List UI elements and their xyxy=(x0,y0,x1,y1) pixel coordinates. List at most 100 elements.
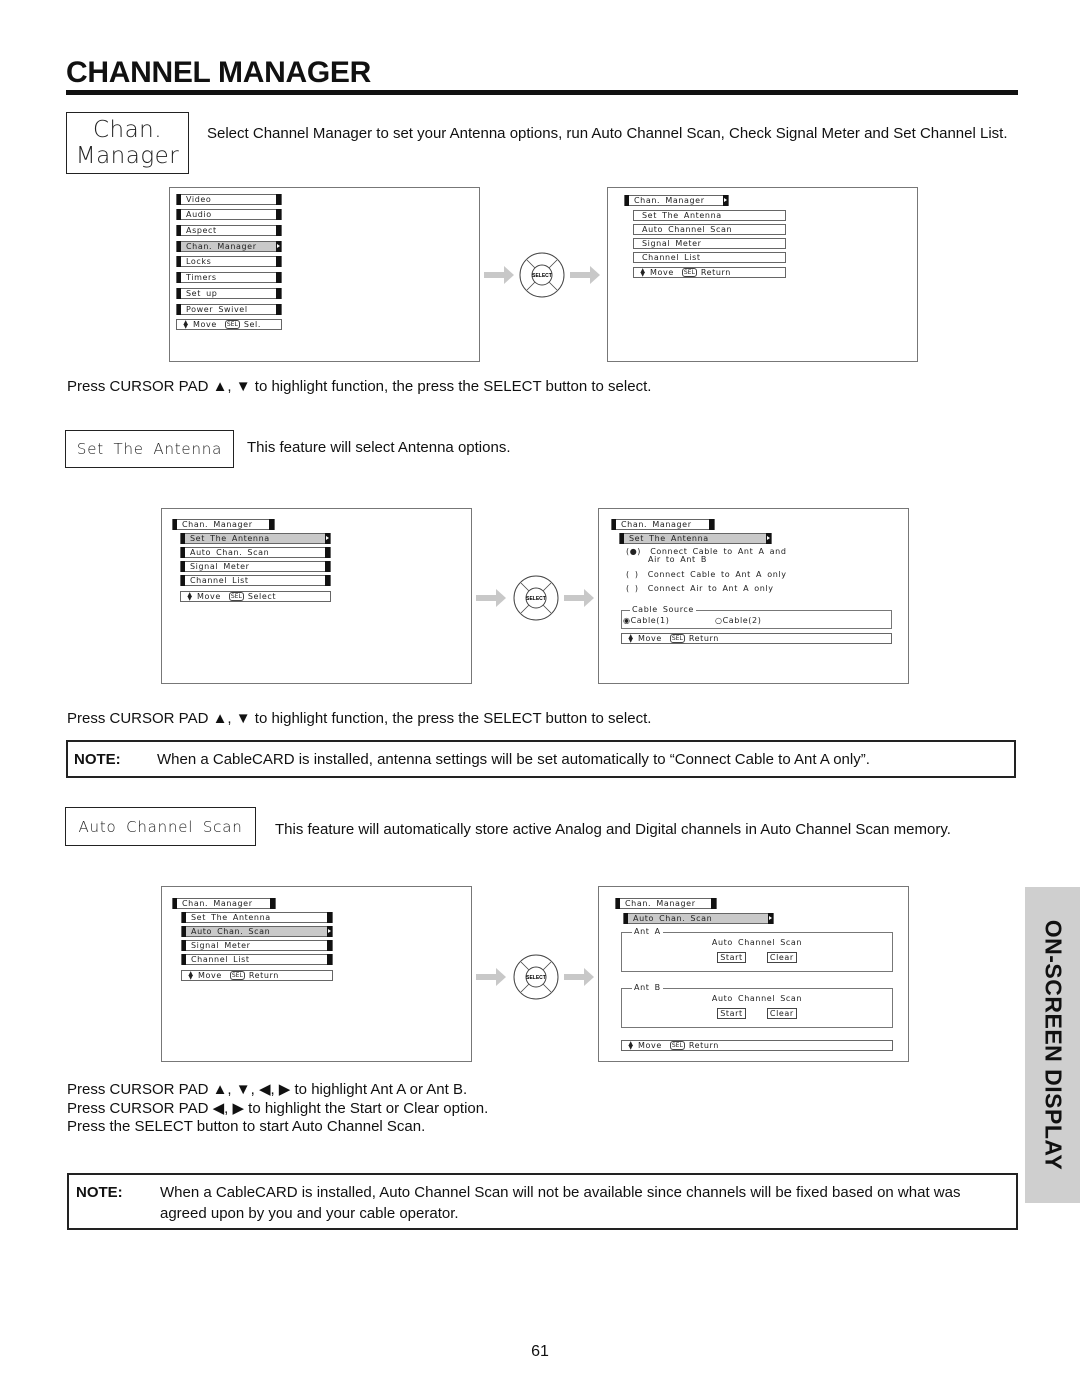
submenu-header-label: Chan. Manager xyxy=(634,196,705,205)
note-label: NOTE: xyxy=(76,1184,123,1201)
nav-hint: ▲ ▼ Move SEL Return xyxy=(621,1040,893,1051)
sel-chip-icon: SEL xyxy=(224,320,240,329)
radio-label: Cable(1) xyxy=(630,616,670,625)
menu-item-locks[interactable]: Locks xyxy=(176,256,282,267)
nav-move-label: Move xyxy=(193,320,217,329)
menu-item-audio[interactable]: Audio xyxy=(176,209,282,220)
ant-a-title: Auto Channel Scan xyxy=(711,938,803,947)
menu-item-label: Auto Chan. Scan xyxy=(191,927,271,936)
submenu-item-label: Channel List xyxy=(642,253,701,262)
submenu-item-label: Auto Channel Scan xyxy=(642,225,733,234)
menu-item-aspect[interactable]: Aspect xyxy=(176,225,282,236)
arrow-right-icon xyxy=(564,968,594,986)
ant-a-clear-button[interactable]: Clear xyxy=(766,952,797,963)
menu-item-label: Signal Meter xyxy=(190,562,250,571)
ant-b-clear-button[interactable]: Clear xyxy=(766,1008,797,1019)
page-number: 61 xyxy=(531,1343,549,1360)
menu-item-auto-scan[interactable]: Auto Chan. Scan xyxy=(181,926,333,937)
endcap xyxy=(276,304,281,315)
menu-item-label: Timers xyxy=(186,273,217,282)
cable-1-radio[interactable]: ◉Cable(1) xyxy=(623,616,669,625)
menu-item-label: Video xyxy=(186,195,212,204)
menu-header: Chan. Manager xyxy=(172,519,275,530)
ant-a-group: Ant A Auto Channel Scan Start Clear xyxy=(621,927,893,972)
select-pad-diagram-1: SELECT xyxy=(484,252,600,298)
submenu-item-signal-meter[interactable]: Signal Meter xyxy=(633,238,786,249)
ant-a-legend: Ant A xyxy=(632,927,663,936)
instruction-2: Press CURSOR PAD ▲, ▼ to highlight funct… xyxy=(67,710,652,727)
note-box-1: NOTE: When a CableCARD is installed, ant… xyxy=(66,740,1016,778)
menu-item-set-antenna[interactable]: Set The Antenna xyxy=(181,912,333,923)
cable-source-legend: Cable Source xyxy=(630,605,696,614)
menu-item-signal-meter[interactable]: Signal Meter xyxy=(180,561,331,572)
endcap xyxy=(270,898,275,909)
menu-item-channel-list[interactable]: Channel List xyxy=(180,575,331,586)
endcap xyxy=(327,912,332,923)
menu-item-label: Set The Antenna xyxy=(629,534,709,543)
section-side-tab: ON-SCREEN DISPLAY xyxy=(1025,887,1080,1203)
label-line-1: Chan. xyxy=(92,117,163,143)
nav-action-label: Return xyxy=(700,268,731,277)
nav-move-label: Move xyxy=(638,634,662,643)
select-label: SELECT xyxy=(526,975,546,981)
ant-a-start-button[interactable]: Start xyxy=(717,952,746,963)
arrow-right-icon xyxy=(476,968,506,986)
arrow-right-icon xyxy=(276,241,281,252)
ant-b-group: Ant B Auto Channel Scan Start Clear xyxy=(621,983,893,1028)
menu-item-channel-list[interactable]: Channel List xyxy=(181,954,333,965)
updown-arrow-icon: ▲ ▼ xyxy=(640,266,646,278)
nav-move-label: Move xyxy=(197,592,221,601)
sel-chip-icon: SEL xyxy=(681,268,697,277)
menu-item-label: Auto Chan. Scan xyxy=(190,548,270,557)
nav-move-label: Move xyxy=(198,971,222,980)
menu-item-signal-meter[interactable]: Signal Meter xyxy=(181,940,333,951)
select-label: SELECT xyxy=(532,273,552,279)
nav-hint: ▲ ▼ Move SEL Return xyxy=(633,267,786,278)
note-box-2: NOTE: When a CableCARD is installed, Aut… xyxy=(67,1173,1018,1230)
endcap xyxy=(276,194,281,205)
menu-item-set-antenna[interactable]: Set The Antenna xyxy=(619,533,772,544)
menu-item-timers[interactable]: Timers xyxy=(176,272,282,283)
submenu-item-set-antenna[interactable]: Set The Antenna xyxy=(633,210,786,221)
arrow-right-icon xyxy=(766,533,771,544)
note-text-line-1: When a CableCARD is installed, Auto Chan… xyxy=(160,1184,961,1201)
nav-move-label: Move xyxy=(638,1041,662,1050)
antenna-option-2[interactable]: ( ) Connect Cable to Ant A only xyxy=(626,570,787,579)
nav-action-label: Return xyxy=(248,971,279,980)
screen-main-menu: Video Audio Aspect Chan. Manager Locks T… xyxy=(169,187,480,362)
arrow-right-icon xyxy=(476,589,506,607)
submenu-item-auto-scan[interactable]: Auto Channel Scan xyxy=(633,224,786,235)
nav-action-label: Return xyxy=(688,1041,719,1050)
screen-set-antenna-menu: Chan. Manager Set The Antenna Auto Chan.… xyxy=(161,508,472,684)
menu-item-setup[interactable]: Set up xyxy=(176,288,282,299)
menu-item-label: Chan. Manager xyxy=(186,242,257,251)
menu-item-label: Auto Chan. Scan xyxy=(633,914,713,923)
ant-b-start-button[interactable]: Start xyxy=(717,1008,746,1019)
antenna-option-3[interactable]: ( ) Connect Air to Ant A only xyxy=(626,584,774,593)
menu-item-auto-scan[interactable]: Auto Chan. Scan xyxy=(623,913,774,924)
menu-item-power-swivel[interactable]: Power Swivel xyxy=(176,304,282,315)
menu-item-label: Channel List xyxy=(191,955,250,964)
endcap xyxy=(276,288,281,299)
menu-item-label: Channel List xyxy=(190,576,249,585)
menu-item-set-antenna[interactable]: Set The Antenna xyxy=(180,533,331,544)
nav-hint: ▲ ▼ Move SEL Return xyxy=(621,633,892,644)
screen-antenna-options: Chan. Manager Set The Antenna (●) Connec… xyxy=(598,508,909,684)
note-text: When a CableCARD is installed, antenna s… xyxy=(157,751,870,768)
nav-action-label: Select xyxy=(247,592,277,601)
submenu-item-channel-list[interactable]: Channel List xyxy=(633,252,786,263)
endcap xyxy=(276,225,281,236)
menu-item-auto-scan[interactable]: Auto Chan. Scan xyxy=(180,547,331,558)
endcap xyxy=(325,561,330,572)
sel-chip-icon: SEL xyxy=(669,1041,685,1050)
arrow-right-icon xyxy=(564,589,594,607)
cable-2-radio[interactable]: ○Cable(2) xyxy=(715,616,761,625)
menu-item-chan-manager[interactable]: Chan. Manager xyxy=(176,241,282,252)
menu-item-video[interactable]: Video xyxy=(176,194,282,205)
nav-hint: ▲ ▼ Move SEL Select xyxy=(180,591,331,602)
radio-filled-icon: ◉ xyxy=(623,616,631,625)
screen-auto-scan-menu: Chan. Manager Set The Antenna Auto Chan.… xyxy=(161,886,472,1062)
instruction-1: Press CURSOR PAD ▲, ▼ to highlight funct… xyxy=(67,378,652,395)
menu-header-label: Chan. Manager xyxy=(182,520,253,529)
antenna-option-1[interactable]: (●) Connect Cable to Ant A and Air to An… xyxy=(626,548,787,564)
